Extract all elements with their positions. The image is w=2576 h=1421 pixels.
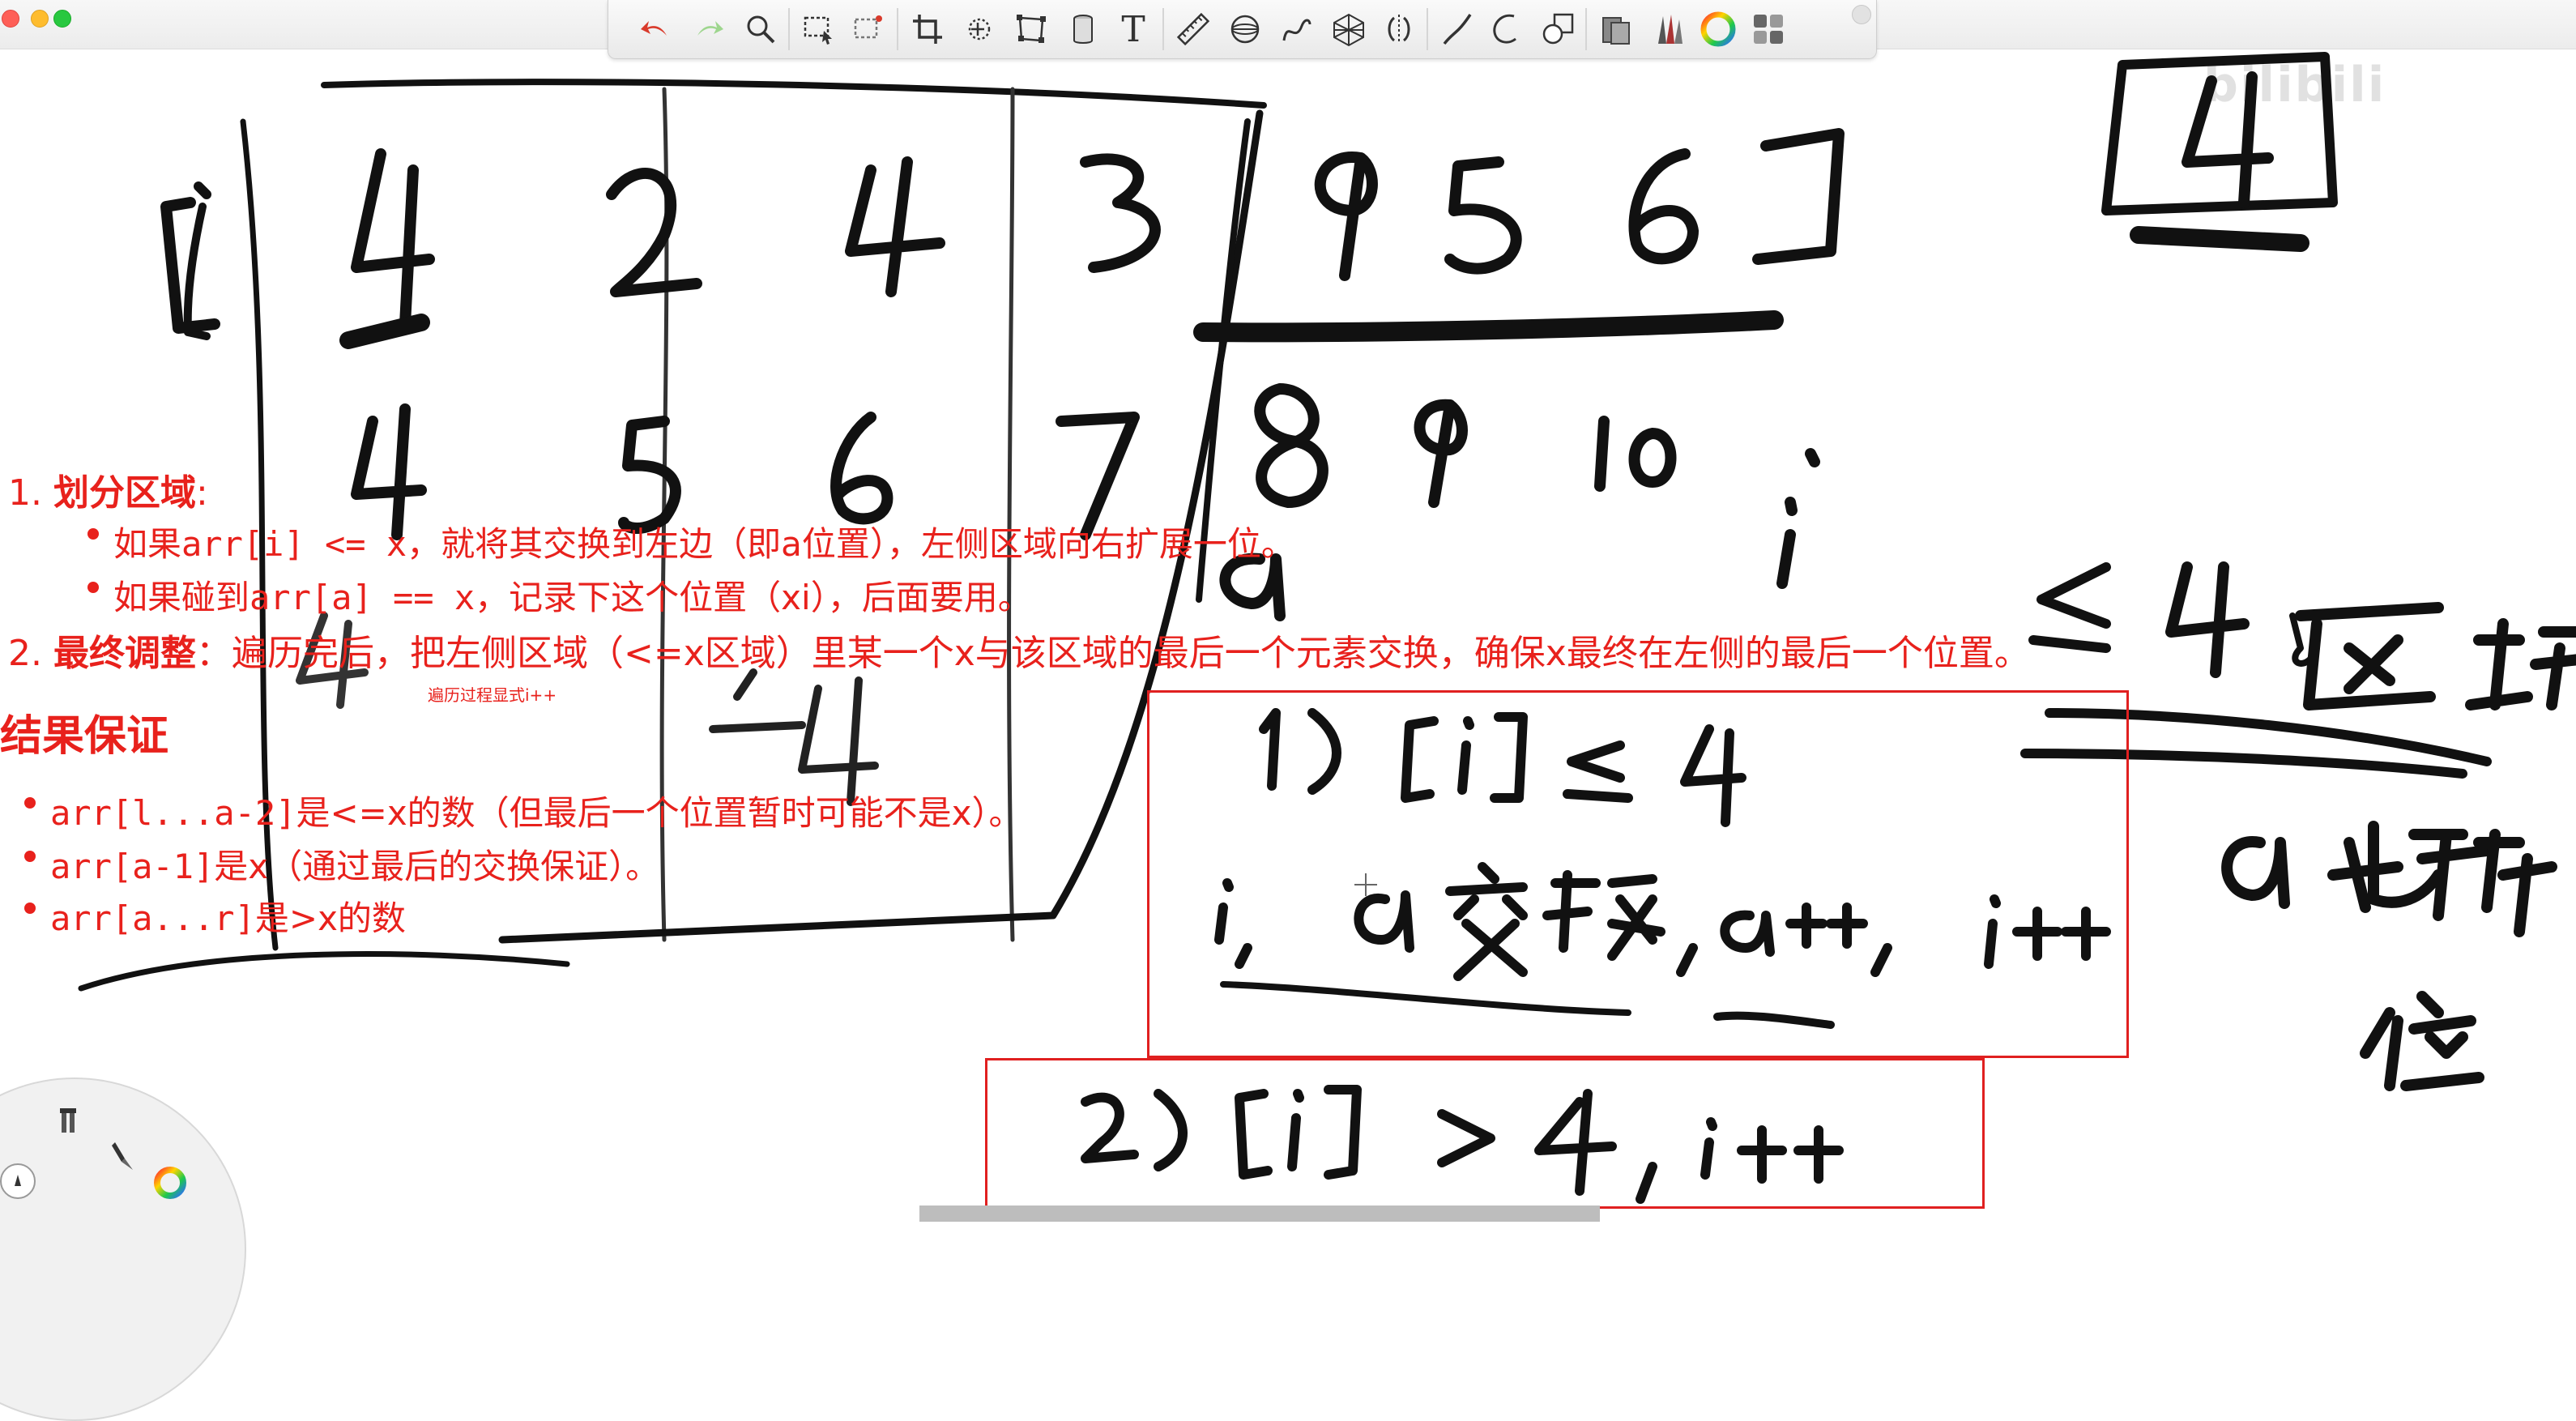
watermark: bilibili [2203,57,2386,113]
note-item-2: 2. 最终调整：遍历完后，把左侧区域（<=x区域）里某一个x与该区域的最后一个元… [8,624,2030,676]
minimize-window-button[interactable] [31,10,49,28]
ruler-icon[interactable] [1171,6,1216,52]
note-bullet-2: 如果碰到arr[a] == x，记录下这个位置（xi），后面要用。 [113,570,1032,620]
zoom-icon[interactable] [738,6,783,52]
result-item-2: arr[a-1]是x（通过最后的交换保证）。 [50,839,659,889]
result-item-1-text: 是<=x的数（但最后一个位置暂时可能不是x）。 [296,793,1023,833]
ellipse-guide-icon[interactable] [1222,6,1268,52]
result-item-2-text: 是x（通过最后的交换保证）。 [214,847,660,886]
redo-icon[interactable] [686,6,731,52]
result-item-1-code: arr[l...a-2] [50,793,296,833]
shape-icon[interactable] [1535,6,1580,52]
zoom-window-button[interactable] [53,10,71,28]
note-bullet-1: 如果arr[i] <= x，就将其交换到左边（即a位置），左侧区域向右扩展一位。 [113,517,1295,566]
note-item-1-colon: : [195,472,208,514]
case-1-box [1147,690,2129,1058]
result-item-2-code: arr[a-1] [50,847,215,886]
layer-icon[interactable] [1060,6,1106,52]
note-bullet-1-text-a: 如果 [113,524,182,564]
result-item-3-code: arr[a...r] [50,898,255,938]
circle-icon[interactable] [1485,6,1530,52]
result-item-3-text: 是>x的数 [254,898,406,938]
brush-library-icon[interactable] [1645,6,1691,52]
stamp-icon[interactable] [957,6,1002,52]
note-item-1-number: 1. [8,472,42,514]
perspective-grid-icon[interactable] [1326,6,1371,52]
select-rect-icon[interactable] [796,6,842,52]
note-item-2-title: 最终调整 [53,633,196,674]
color-picker-icon[interactable] [147,1160,193,1206]
note-bullet-2-text-a: 如果碰到 [113,578,250,617]
note-bullet-2-text-b: ，记录下这个位置（xi），后面要用。 [475,578,1032,617]
curve-icon[interactable] [1274,6,1320,52]
bullet-dot [24,797,36,809]
french-curve-icon[interactable] [1435,6,1480,52]
note-bullet-1-text-b: ，就将其交换到左边（即a位置），左侧区域向右扩展一位。 [407,524,1295,564]
note-item-2-number: 2. [8,633,42,674]
color-wheel-icon[interactable] [1695,6,1741,52]
case-2-box [985,1058,1985,1209]
transform-icon[interactable] [1009,6,1054,52]
text-tool-glyph: T [1121,8,1145,50]
tiny-note: 遍历过程显式i++ [428,685,557,705]
close-window-button[interactable] [2,10,19,28]
bullet-dot [87,582,99,593]
brush-size-icon[interactable] [0,1163,36,1199]
note-item-1-title: 划分区域 [53,472,196,514]
note-bullet-1-code: arr[i] <= x [181,524,407,564]
horizontal-scrollbar[interactable] [919,1206,1600,1222]
note-bullet-2-code: arr[a] == x [249,578,476,617]
note-item-1: 1. 划分区域: [8,463,208,515]
symmetry-icon[interactable] [1376,6,1422,52]
result-item-1: arr[l...a-2]是<=x的数（但最后一个位置暂时可能不是x）。 [50,786,1023,835]
bullet-dot [87,528,99,540]
toolbar-collapse-button[interactable] [1852,5,1871,24]
undo-icon[interactable] [633,6,678,52]
text-icon[interactable]: T [1111,6,1156,52]
radial-tool-menu[interactable] [0,1077,246,1421]
palette-grid-icon[interactable] [1746,6,1791,52]
result-item-3: arr[a...r]是>x的数 [50,891,406,941]
fill-icon[interactable] [1593,6,1639,52]
result-heading: 结果保证 [0,712,169,761]
crosshair-cursor-icon [1354,873,1377,896]
brush-tool-icon[interactable] [50,1099,96,1144]
bullet-dot [24,903,36,914]
note-item-2-text: ：遍历完后，把左侧区域（<=x区域）里某一个x与该区域的最后一个元素交换，确保x… [195,633,2030,674]
crop-icon[interactable] [905,6,950,52]
bullet-dot [24,851,36,862]
pencil-tool-icon[interactable] [104,1133,149,1178]
select-lasso-icon[interactable] [847,6,892,52]
drawing-toolbar: T [608,0,1877,59]
